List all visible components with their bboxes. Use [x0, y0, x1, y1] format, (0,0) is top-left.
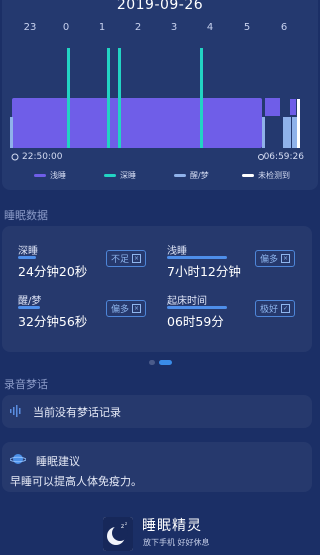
metric-awake-value: 32分钟56秒 [18, 314, 88, 329]
advice-title: 睡眠建议 [36, 455, 80, 468]
deep-sleep-spike [107, 48, 110, 148]
legend-light-sleep: 浅睡 [34, 170, 66, 181]
metric-deep-bar [18, 256, 36, 259]
awake-block [10, 117, 13, 148]
metric-deep-badge[interactable]: 不足 × [106, 250, 147, 267]
app-logo: z z [103, 517, 133, 551]
legend-awake: 醒/梦 [174, 170, 209, 181]
legend-label: 浅睡 [50, 171, 66, 180]
deep-sleep-spike [200, 48, 203, 148]
app-name: 睡眠精灵 [142, 518, 202, 534]
legend-swatch [242, 174, 254, 177]
metric-light-badge[interactable]: 偏多 × [255, 250, 296, 267]
page-dot[interactable] [148, 360, 155, 365]
page-dot-active[interactable] [158, 360, 172, 365]
advice-text: 早睡可以提高人体免疫力。 [10, 475, 142, 488]
legend-swatch [174, 174, 186, 177]
sleep-data-title: 睡眠数据 [4, 209, 48, 222]
metric-awake-bar [18, 306, 40, 309]
legend-deep-sleep: 深睡 [104, 170, 136, 181]
badge-text: 不足 [111, 255, 130, 265]
sleep-data-panel [2, 226, 312, 352]
metric-light-value: 7小时12分钟 [167, 264, 241, 279]
recording-title: 录音梦话 [4, 378, 48, 391]
awake-block [292, 117, 297, 148]
legend-not-detected: 未检测到 [242, 170, 290, 181]
deep-sleep-spike [118, 48, 121, 148]
metric-wake-label: 起床时间 [167, 296, 207, 307]
legend-label: 未检测到 [258, 171, 290, 180]
metric-awake-badge[interactable]: 偏多 × [106, 300, 147, 317]
metric-deep-value: 24分钟20秒 [18, 264, 88, 279]
light-sleep-block [265, 98, 280, 116]
metric-deep-label: 深睡 [18, 246, 38, 257]
moon-icon [11, 153, 19, 161]
planet-icon [10, 454, 26, 464]
metric-awake-label: 醒/梦 [18, 296, 42, 307]
not-detected-block [297, 99, 300, 148]
metric-wake-bar [167, 306, 227, 309]
awake-block [262, 117, 265, 148]
metric-light-bar [167, 256, 227, 259]
light-sleep-block [290, 99, 296, 115]
info-icon: × [281, 254, 291, 263]
app-slogan: 放下手机 好好休息 [143, 538, 210, 547]
metric-light-label: 浅睡 [167, 246, 187, 257]
page-indicator [0, 360, 320, 365]
info-icon: × [132, 254, 142, 263]
check-icon: ✓ [281, 304, 291, 313]
badge-text: 偏多 [260, 255, 279, 265]
legend-label: 深睡 [120, 171, 136, 180]
svg-text:z: z [125, 521, 127, 526]
light-sleep-block [12, 98, 262, 148]
metric-wake-value: 06时59分 [167, 314, 224, 329]
legend-label: 醒/梦 [190, 171, 209, 180]
awake-block [288, 117, 291, 148]
sleep-start-time: 22:50:00 [22, 152, 63, 162]
metric-wake-badge[interactable]: 极好 ✓ [255, 300, 296, 317]
legend-swatch [34, 174, 46, 177]
waveform-icon [10, 405, 21, 417]
awake-block [283, 117, 288, 148]
wake-time: 06:59:26 [263, 152, 304, 162]
legend-swatch [104, 174, 116, 177]
badge-text: 极好 [260, 305, 279, 315]
deep-sleep-spike [67, 48, 70, 148]
info-icon: × [132, 304, 142, 313]
recording-empty-text: 当前没有梦话记录 [33, 406, 121, 419]
svg-text:z: z [121, 523, 124, 530]
badge-text: 偏多 [111, 305, 130, 315]
